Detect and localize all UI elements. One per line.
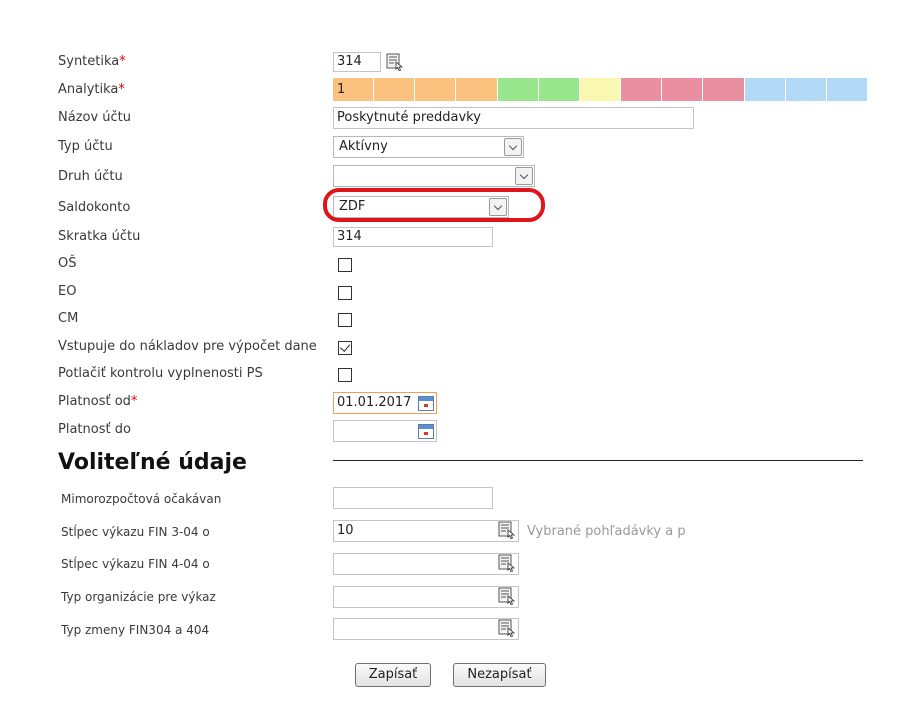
cm-checkbox[interactable]	[338, 313, 352, 327]
analytika-segment[interactable]	[826, 78, 867, 101]
fin304-lookup-icon[interactable]	[498, 521, 516, 539]
saldokonto-label: Saldokonto	[58, 200, 131, 215]
typ-zmeny-input[interactable]	[333, 618, 519, 640]
analytika-segment[interactable]	[456, 78, 497, 101]
analytika-segment[interactable]	[497, 78, 538, 101]
vstupuje-checkbox[interactable]	[338, 341, 352, 355]
nazov-uctu-input[interactable]: Poskytnuté preddavky	[333, 107, 694, 129]
typ-zmeny-lookup-icon[interactable]	[498, 619, 516, 637]
typ-org-label: Typ organizácie pre výkaz	[61, 590, 216, 604]
analytika-segment[interactable]	[579, 78, 621, 101]
mimorozpoctova-input[interactable]	[333, 487, 493, 509]
syntetika-lookup-icon[interactable]	[386, 53, 404, 71]
chevron-down-icon[interactable]	[515, 167, 533, 185]
platnost-do-label: Platnosť do	[58, 422, 131, 437]
fin404-label: Stĺpec výkazu FIN 4-04 o	[61, 557, 210, 571]
os-label: OŠ	[58, 256, 77, 271]
fin404-input[interactable]	[333, 553, 519, 575]
chevron-down-icon[interactable]	[504, 138, 522, 156]
calendar-icon[interactable]	[418, 396, 434, 411]
druh-uctu-label: Druh účtu	[58, 169, 123, 184]
analytika-label: Analytika*	[58, 82, 125, 97]
eo-label: EO	[58, 284, 77, 299]
syntetika-label: Syntetika*	[58, 54, 126, 69]
typ-uctu-label: Typ účtu	[58, 139, 113, 154]
typ-zmeny-label: Typ zmeny FIN304 a 404	[61, 623, 210, 637]
potlacit-checkbox[interactable]	[338, 368, 352, 382]
syntetika-input[interactable]: 314	[333, 52, 381, 72]
eo-checkbox[interactable]	[338, 286, 352, 300]
os-checkbox[interactable]	[338, 258, 352, 272]
highlight-ring	[323, 188, 545, 222]
analytika-segment[interactable]	[662, 78, 703, 101]
potlacit-label: Potlačiť kontrolu vyplnenosti PS	[58, 366, 263, 381]
vstupuje-label: Vstupuje do nákladov pre výpočet dane	[58, 339, 317, 354]
analytika-segment[interactable]	[374, 78, 415, 101]
analytika-segment[interactable]	[415, 78, 456, 101]
analytika-segment[interactable]	[538, 78, 579, 101]
fin304-label: Stĺpec výkazu FIN 3-04 o	[61, 525, 210, 539]
typ-uctu-select[interactable]: Aktívny	[333, 136, 524, 158]
section-divider	[333, 460, 863, 461]
analytika-segment[interactable]	[744, 78, 785, 101]
typ-org-lookup-icon[interactable]	[498, 587, 516, 605]
skratka-uctu-input[interactable]: 314	[333, 227, 493, 247]
section-title: Voliteľné údaje	[58, 450, 247, 475]
analytika-value: 1	[337, 82, 346, 97]
cancel-button[interactable]: Nezapísať	[453, 663, 546, 687]
analytika-segment[interactable]	[785, 78, 826, 101]
druh-uctu-select[interactable]	[333, 165, 535, 187]
calendar-icon[interactable]	[418, 424, 434, 439]
fin304-input[interactable]: 10	[333, 520, 519, 542]
analytika-segment[interactable]	[703, 78, 744, 101]
typ-uctu-value: Aktívny	[339, 139, 388, 154]
skratka-uctu-label: Skratka účtu	[58, 229, 141, 244]
typ-org-input[interactable]	[333, 586, 519, 608]
nazov-uctu-label: Názov účtu	[58, 110, 132, 125]
cm-label: CM	[58, 311, 79, 326]
save-button[interactable]: Zapísať	[355, 663, 431, 687]
platnost-od-label: Platnosť od*	[58, 394, 138, 409]
analytika-segment[interactable]	[621, 78, 662, 101]
fin304-hint: Vybrané pohľadávky a pô	[527, 524, 685, 539]
fin404-lookup-icon[interactable]	[498, 554, 516, 572]
mimorozpoctova-label: Mimorozpočtová očakávané	[61, 492, 221, 506]
